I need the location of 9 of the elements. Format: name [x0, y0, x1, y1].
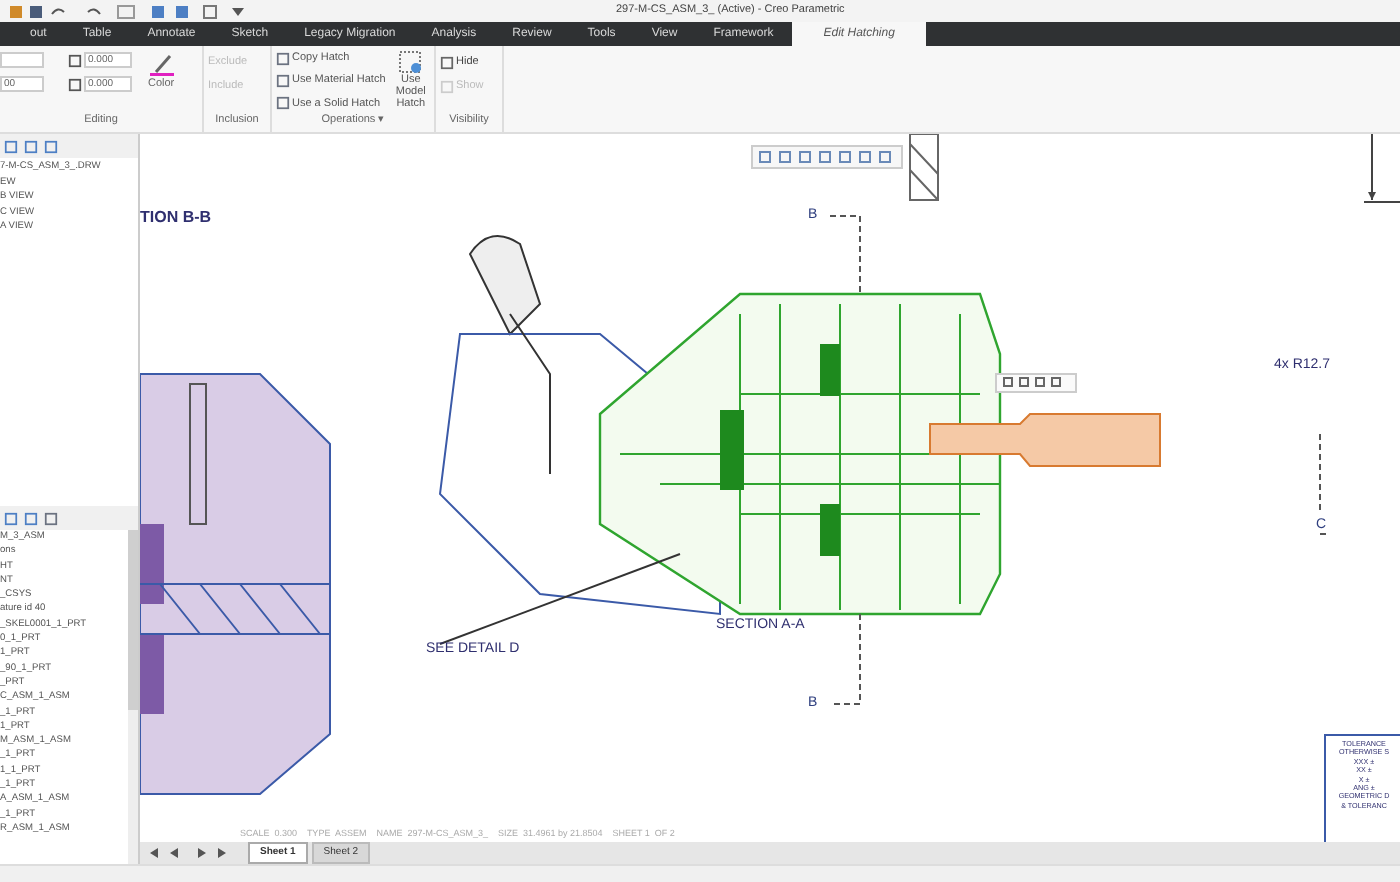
quick-access-icons[interactable] [8, 3, 248, 19]
dimension-line [1363, 134, 1400, 203]
input-field[interactable] [0, 52, 44, 68]
scrollbar[interactable] [128, 530, 138, 864]
centre-line [1319, 433, 1331, 535]
mini-toolbar-icons [995, 373, 1077, 393]
view-title: TION B-B [140, 206, 212, 230]
hatched-block-drawing [909, 134, 939, 201]
pen-icon [149, 52, 174, 76]
